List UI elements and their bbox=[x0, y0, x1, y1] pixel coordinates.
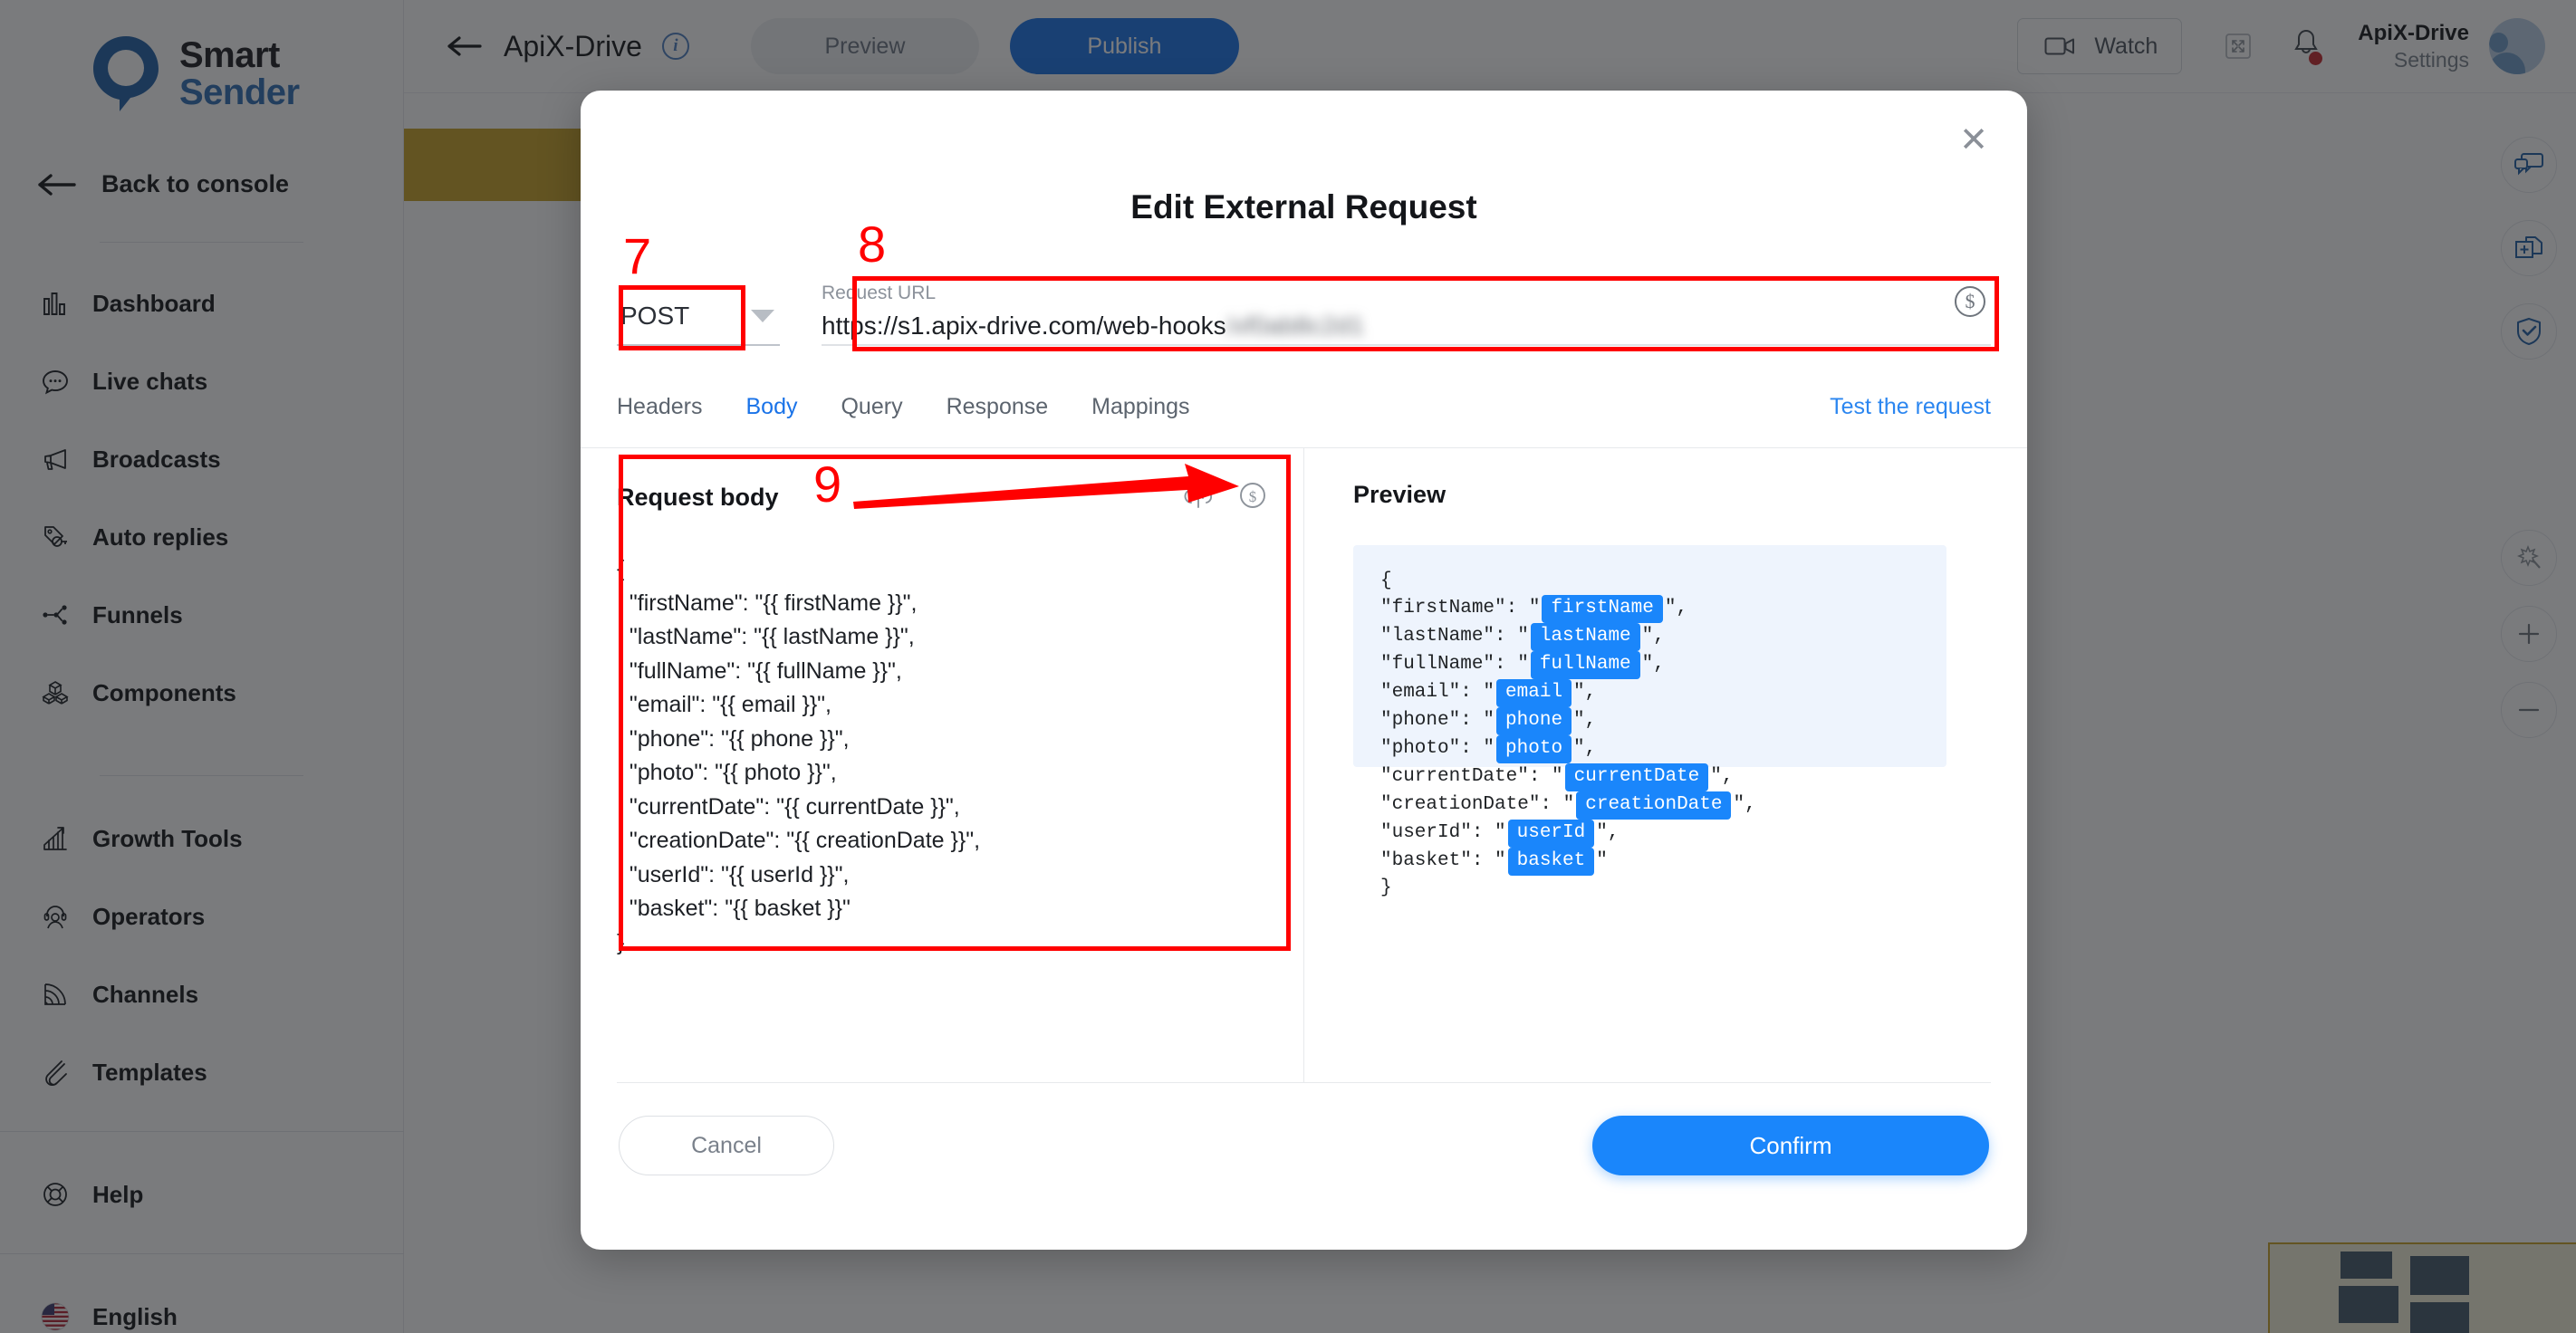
preview-variable-token[interactable]: photo bbox=[1496, 734, 1572, 763]
cancel-button[interactable]: Cancel bbox=[619, 1116, 834, 1175]
annotation-arrow bbox=[853, 464, 1239, 509]
preview-variable-token[interactable]: phone bbox=[1496, 706, 1572, 735]
preview-line: "phone": " phone ", bbox=[1380, 706, 1919, 735]
chevron-down-icon bbox=[751, 310, 774, 322]
preview-line: "photo": " photo ", bbox=[1380, 734, 1919, 763]
preview-suffix: ", bbox=[1641, 653, 1665, 675]
preview-line: } bbox=[1380, 877, 1392, 898]
tab-headers[interactable]: Headers bbox=[617, 388, 725, 426]
preview-title: Preview bbox=[1353, 481, 1447, 508]
close-icon[interactable]: ✕ bbox=[1953, 120, 1994, 161]
preview-suffix: ", bbox=[1573, 737, 1597, 759]
preview-key: "currentDate": " bbox=[1380, 765, 1563, 787]
test-the-request-link[interactable]: Test the request bbox=[1830, 394, 1991, 420]
preview-line: "email": " email ", bbox=[1380, 678, 1919, 707]
preview-line: "creationDate": " creationDate ", bbox=[1380, 791, 1919, 820]
preview-suffix: " bbox=[1596, 849, 1608, 871]
preview-line: "currentDate": " currentDate ", bbox=[1380, 762, 1919, 791]
preview-key: "basket": " bbox=[1380, 849, 1506, 871]
annotation-number-8: 8 bbox=[858, 216, 887, 273]
preview-variable-token[interactable]: email bbox=[1496, 678, 1572, 707]
tab-mappings[interactable]: Mappings bbox=[1070, 388, 1211, 426]
dialog-title: Edit External Request bbox=[1130, 188, 1477, 225]
preview-key: "creationDate": " bbox=[1380, 793, 1575, 815]
preview-suffix: ", bbox=[1573, 709, 1597, 731]
preview-key: "phone": " bbox=[1380, 709, 1495, 731]
preview-line: "userId": " userId ", bbox=[1380, 819, 1919, 848]
preview-variable-token[interactable]: basket bbox=[1507, 847, 1595, 876]
preview-suffix: ", bbox=[1641, 625, 1665, 647]
preview-area: Preview { "firstName": " firstName ", "las… bbox=[1304, 448, 2027, 1082]
annotation-box-method bbox=[619, 285, 745, 350]
annotation-number-7: 7 bbox=[623, 227, 652, 284]
preview-line: "firstName": " firstName ", bbox=[1380, 594, 1919, 623]
preview-suffix: ", bbox=[1664, 597, 1688, 619]
preview-line: "fullName": " fullName ", bbox=[1380, 650, 1919, 679]
request-tabs: Headers Body Query Response Mappings Tes… bbox=[581, 346, 2027, 426]
preview-key: "photo": " bbox=[1380, 737, 1495, 759]
preview-suffix: ", bbox=[1573, 681, 1597, 703]
preview-variable-token[interactable]: lastName bbox=[1530, 622, 1640, 651]
preview-key: "firstName": " bbox=[1380, 597, 1541, 619]
preview-line: "lastName": " lastName ", bbox=[1380, 622, 1919, 651]
preview-line: "basket": " basket " bbox=[1380, 847, 1919, 876]
preview-key: "lastName": " bbox=[1380, 625, 1529, 647]
preview-variable-token[interactable]: currentDate bbox=[1564, 762, 1709, 791]
tab-query[interactable]: Query bbox=[819, 388, 924, 426]
preview-suffix: ", bbox=[1733, 793, 1756, 815]
preview-variable-token[interactable]: creationDate bbox=[1576, 791, 1732, 820]
preview-json-box: { "firstName": " firstName ", "lastName": … bbox=[1353, 545, 1946, 898]
preview-suffix: ", bbox=[1710, 765, 1734, 787]
preview-variable-token[interactable]: fullName bbox=[1530, 650, 1640, 679]
annotation-box-url bbox=[852, 276, 1999, 351]
preview-key: "email": " bbox=[1380, 681, 1495, 703]
preview-suffix: ", bbox=[1596, 821, 1620, 843]
preview-key: "fullName": " bbox=[1380, 653, 1529, 675]
tab-body[interactable]: Body bbox=[725, 388, 820, 426]
preview-key: "userId": " bbox=[1380, 821, 1506, 843]
dialog-footer: Cancel Confirm bbox=[581, 1083, 2027, 1175]
annotation-box-body bbox=[619, 455, 1291, 951]
confirm-button[interactable]: Confirm bbox=[1592, 1116, 1989, 1175]
tab-response[interactable]: Response bbox=[925, 388, 1071, 426]
preview-variable-token[interactable]: userId bbox=[1507, 819, 1595, 848]
preview-line: { bbox=[1380, 571, 1392, 591]
preview-variable-token[interactable]: firstName bbox=[1542, 594, 1663, 623]
